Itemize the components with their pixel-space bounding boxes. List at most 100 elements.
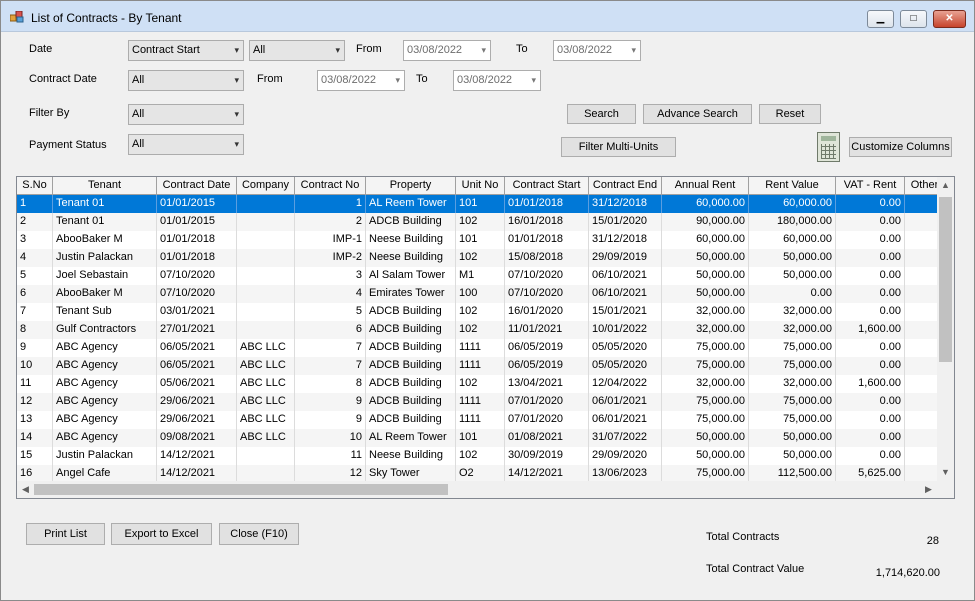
table-cell: 1 — [295, 195, 366, 213]
column-header[interactable]: Contract Start — [505, 177, 589, 195]
scroll-left-icon[interactable]: ◀ — [17, 481, 34, 498]
table-cell: AL Reem Tower — [366, 195, 456, 213]
table-cell: 102 — [456, 249, 505, 267]
table-cell: 6 — [17, 285, 53, 303]
column-header[interactable]: Tenant — [53, 177, 157, 195]
column-header[interactable]: Annual Rent — [662, 177, 749, 195]
table-cell: 75,000.00 — [662, 339, 749, 357]
table-cell: Emirates Tower — [366, 285, 456, 303]
date-type-select[interactable]: Contract Start ▾ — [128, 40, 244, 61]
table-cell: 60,000.00 — [662, 231, 749, 249]
grid-header: S.No Tenant Contract Date Company Contract N… — [17, 177, 945, 195]
filter-by-value: All — [132, 108, 145, 120]
contract-from-label: From — [257, 73, 283, 85]
table-cell: 11/01/2021 — [505, 321, 589, 339]
horizontal-scroll-thumb[interactable] — [34, 484, 448, 495]
table-cell: 60,000.00 — [662, 195, 749, 213]
customize-columns-button[interactable]: Customize Columns — [849, 137, 952, 157]
scroll-up-icon[interactable]: ▲ — [937, 177, 954, 194]
search-button[interactable]: Search — [567, 104, 636, 124]
table-cell — [237, 303, 295, 321]
column-header[interactable]: Company — [237, 177, 295, 195]
close-button[interactable]: Close (F10) — [219, 523, 299, 545]
column-header[interactable]: Property — [366, 177, 456, 195]
contract-to-date-picker[interactable]: 03/08/2022 ▾ — [453, 70, 541, 91]
table-cell: 07/10/2020 — [505, 267, 589, 285]
table-cell: AL Reem Tower — [366, 429, 456, 447]
to-date-picker[interactable]: 03/08/2022 ▾ — [553, 40, 641, 61]
advance-search-button[interactable]: Advance Search — [643, 104, 752, 124]
table-cell: ABC Agency — [53, 339, 157, 357]
table-cell: 1111 — [456, 411, 505, 429]
table-cell: ABC LLC — [237, 339, 295, 357]
horizontal-scrollbar[interactable]: ◀ ▶ — [17, 481, 954, 498]
calculator-icon[interactable] — [817, 132, 840, 162]
table-row[interactable]: 4 Justin Palackan 01/01/2018 IMP-2 Neese Bui… — [17, 249, 945, 267]
table-cell: 50,000.00 — [749, 429, 836, 447]
table-cell: 05/05/2020 — [589, 357, 662, 375]
vertical-scroll-thumb[interactable] — [939, 197, 952, 362]
contract-to-value: 03/08/2022 — [457, 74, 513, 86]
table-row[interactable]: 13 ABC Agency 29/06/2021 ABC LLC 9 ADCB Build… — [17, 411, 945, 429]
chevron-down-icon: ▾ — [395, 75, 400, 85]
export-excel-button[interactable]: Export to Excel — [111, 523, 212, 545]
table-row[interactable]: 1 Tenant 01 01/01/2015 1 AL Reem Tower 101 01/… — [17, 195, 945, 213]
scroll-right-icon[interactable]: ▶ — [920, 481, 937, 498]
date-range-select[interactable]: All ▾ — [249, 40, 345, 61]
minimize-button[interactable]: ▁ — [867, 10, 894, 28]
table-cell: 07/10/2020 — [505, 285, 589, 303]
table-row[interactable]: 11 ABC Agency 05/06/2021 ABC LLC 8 ADCB Build… — [17, 375, 945, 393]
table-cell: 50,000.00 — [662, 447, 749, 465]
table-cell: Justin Palackan — [53, 249, 157, 267]
table-cell: 3 — [295, 267, 366, 285]
filter-multi-units-button[interactable]: Filter Multi-Units — [561, 137, 676, 157]
table-row[interactable]: 9 ABC Agency 06/05/2021 ABC LLC 7 ADCB Buildi… — [17, 339, 945, 357]
close-window-button[interactable]: ✕ — [933, 10, 966, 28]
table-row[interactable]: 10 ABC Agency 06/05/2021 ABC LLC 7 ADCB Build… — [17, 357, 945, 375]
table-cell: 15 — [17, 447, 53, 465]
table-cell: ABC Agency — [53, 357, 157, 375]
table-cell: 1,600.00 — [836, 375, 905, 393]
contract-from-value: 03/08/2022 — [321, 74, 377, 86]
column-header[interactable]: Contract Date — [157, 177, 237, 195]
table-row[interactable]: 2 Tenant 01 01/01/2015 2 ADCB Building 102 16/… — [17, 213, 945, 231]
table-cell: 32,000.00 — [662, 303, 749, 321]
column-header[interactable]: Rent Value — [749, 177, 836, 195]
table-cell: Al Salam Tower — [366, 267, 456, 285]
contract-from-date-picker[interactable]: 03/08/2022 ▾ — [317, 70, 405, 91]
column-header[interactable]: VAT - Rent — [836, 177, 905, 195]
column-header[interactable]: S.No — [17, 177, 53, 195]
table-cell: 101 — [456, 195, 505, 213]
column-header[interactable]: Unit No — [456, 177, 505, 195]
table-cell: 13/04/2021 — [505, 375, 589, 393]
table-cell: 102 — [456, 321, 505, 339]
from-date-picker[interactable]: 03/08/2022 ▾ — [403, 40, 491, 61]
table-cell: 75,000.00 — [662, 411, 749, 429]
column-header[interactable]: Contract No — [295, 177, 366, 195]
table-row[interactable]: 15 Justin Palackan 14/12/2021 11 Neese Build… — [17, 447, 945, 465]
maximize-button[interactable]: □ — [900, 10, 927, 28]
contract-date-select[interactable]: All ▾ — [128, 70, 244, 91]
table-cell: 0.00 — [836, 303, 905, 321]
total-contract-value-label: Total Contract Value — [706, 563, 805, 575]
vertical-scrollbar[interactable]: ▲ ▼ — [937, 177, 954, 481]
scroll-down-icon[interactable]: ▼ — [937, 464, 954, 481]
table-row[interactable]: 12 ABC Agency 29/06/2021 ABC LLC 9 ADCB Build… — [17, 393, 945, 411]
payment-status-select[interactable]: All ▾ — [128, 134, 244, 155]
table-cell: 07/10/2020 — [157, 285, 237, 303]
table-row[interactable]: 6 AbooBaker M 07/10/2020 4 Emirates Tower 100… — [17, 285, 945, 303]
table-cell: 15/01/2020 — [589, 213, 662, 231]
column-header[interactable]: Contract End — [589, 177, 662, 195]
table-row[interactable]: 7 Tenant Sub 03/01/2021 5 ADCB Building 102 16… — [17, 303, 945, 321]
filter-by-select[interactable]: All ▾ — [128, 104, 244, 125]
table-cell: 8 — [17, 321, 53, 339]
table-cell: 06/05/2021 — [157, 339, 237, 357]
table-cell: 05/06/2021 — [157, 375, 237, 393]
table-row[interactable]: 5 Joel Sebastain 07/10/2020 3 Al Salam Tower… — [17, 267, 945, 285]
print-list-button[interactable]: Print List — [26, 523, 105, 545]
contracts-grid[interactable]: S.No Tenant Contract Date Company Contract N… — [16, 176, 955, 499]
table-row[interactable]: 14 ABC Agency 09/08/2021 ABC LLC 10 AL Reem T… — [17, 429, 945, 447]
table-row[interactable]: 3 AbooBaker M 01/01/2018 IMP-1 Neese Buildin… — [17, 231, 945, 249]
table-row[interactable]: 8 Gulf Contractors 27/01/2021 6 ADCB Buildin… — [17, 321, 945, 339]
reset-button[interactable]: Reset — [759, 104, 821, 124]
